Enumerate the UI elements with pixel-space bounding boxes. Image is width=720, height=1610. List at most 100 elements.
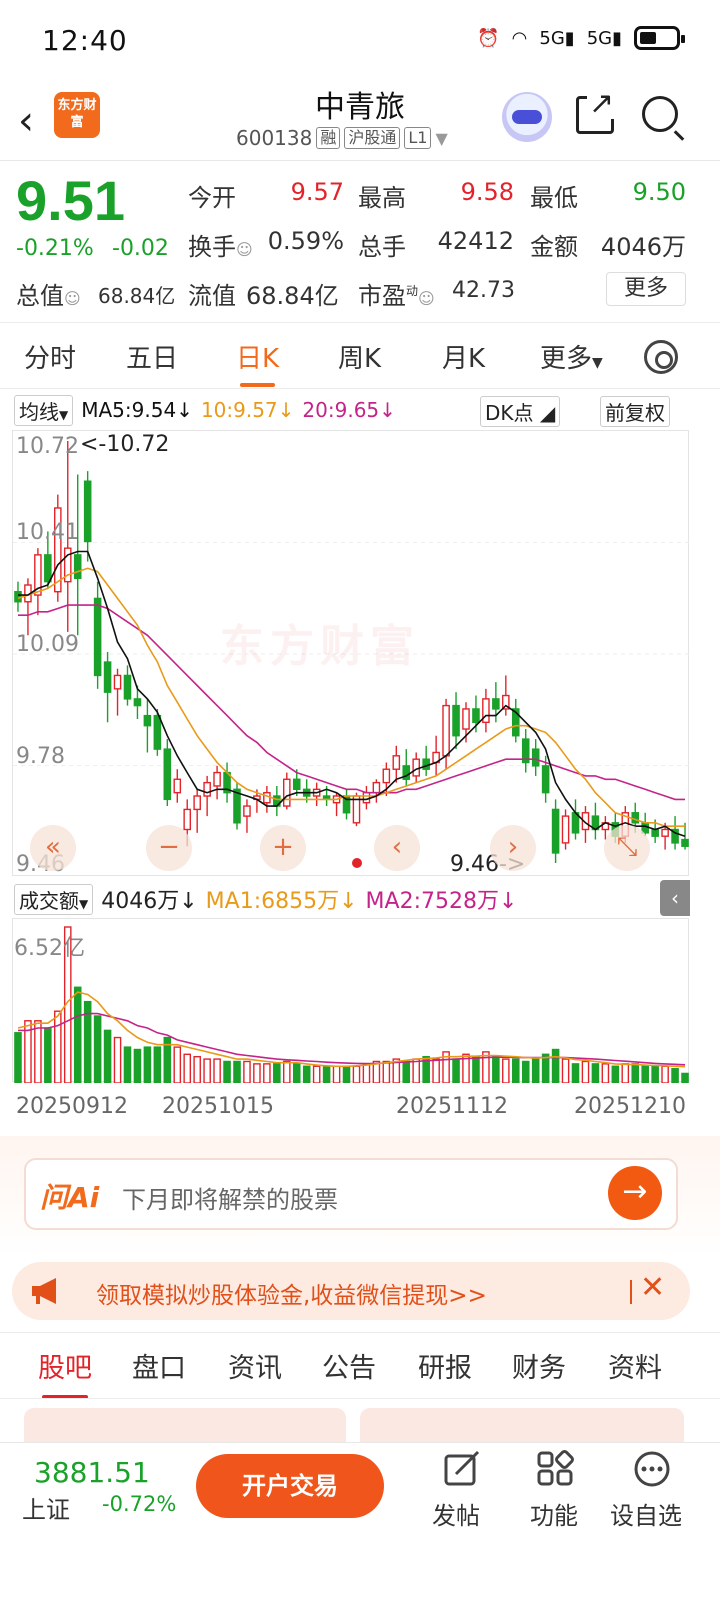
volume-bar bbox=[452, 1058, 460, 1084]
volume-bar bbox=[571, 1063, 580, 1084]
close-icon[interactable]: ✕ bbox=[640, 1270, 665, 1305]
grid-icon[interactable] bbox=[536, 1450, 576, 1488]
pe-value: 42.73 bbox=[452, 278, 515, 303]
volume-value: 4046万↓ bbox=[101, 889, 198, 914]
volume-bar bbox=[223, 1060, 231, 1084]
max-price-note: <-10.72 bbox=[80, 432, 170, 457]
volume-label: 总手 bbox=[358, 233, 406, 261]
tab-daily-k[interactable]: 日K bbox=[236, 338, 279, 387]
candle-body bbox=[651, 828, 659, 837]
volume-bar bbox=[681, 1072, 689, 1084]
tab-financials[interactable]: 财务 bbox=[512, 1346, 566, 1385]
y-axis-2: 10.41 bbox=[16, 520, 79, 545]
wifi-icon: ◠ bbox=[511, 27, 528, 49]
tab-forum[interactable]: 股吧 bbox=[38, 1346, 92, 1399]
volume-bar bbox=[671, 1067, 679, 1084]
more-button[interactable]: 更多 bbox=[606, 272, 686, 306]
assistant-robot-icon[interactable] bbox=[502, 92, 552, 142]
candle-body bbox=[283, 778, 291, 807]
dropdown-icon[interactable]: ▼ bbox=[435, 129, 447, 148]
low-value: 9.50 bbox=[632, 178, 686, 206]
date-label: 20250912 bbox=[16, 1094, 128, 1119]
watchlist-label[interactable]: 设自选 bbox=[610, 1496, 682, 1531]
y-axis-top: 10.72 bbox=[16, 434, 79, 459]
candle-body bbox=[472, 708, 480, 724]
volume-bar bbox=[213, 1058, 221, 1084]
alarm-icon: ⏰ bbox=[477, 27, 500, 49]
fullscreen-button[interactable]: ⤡ bbox=[604, 825, 650, 871]
dk-point-button[interactable]: DK点 ◢ bbox=[480, 396, 561, 427]
volume-bar bbox=[292, 1063, 301, 1084]
volume-bar bbox=[521, 1060, 530, 1084]
volume-bar bbox=[561, 1058, 570, 1084]
volume-chart[interactable] bbox=[12, 918, 689, 1084]
volume-bar bbox=[412, 1058, 420, 1084]
volume-bar bbox=[183, 1053, 192, 1084]
volume-select[interactable]: 成交额▼ bbox=[14, 883, 94, 915]
volume-bar bbox=[432, 1058, 440, 1084]
volume-svg bbox=[14, 926, 689, 1084]
volume-bar bbox=[402, 1060, 411, 1084]
tab-five-day[interactable]: 五日 bbox=[126, 338, 178, 375]
open-account-button[interactable]: 开户交易 bbox=[196, 1454, 384, 1518]
tab-news[interactable]: 资讯 bbox=[228, 1346, 282, 1385]
tab-orderbook[interactable]: 盘口 bbox=[132, 1346, 186, 1385]
adjust-button[interactable]: 前复权 bbox=[600, 396, 670, 427]
zoom-out-button[interactable]: − bbox=[146, 825, 192, 871]
post-label[interactable]: 发帖 bbox=[432, 1496, 480, 1531]
open-label: 今开 bbox=[188, 184, 236, 212]
gear-icon[interactable] bbox=[644, 340, 678, 374]
status-bar: 12:40 ⏰ ◠ 5G▮ 5G▮ bbox=[0, 0, 720, 80]
scroll-left-button[interactable]: ‹ bbox=[374, 825, 420, 871]
ai-submit-button[interactable]: → bbox=[608, 1166, 662, 1220]
ma-select[interactable]: 均线▼ bbox=[14, 394, 74, 426]
zoom-in-button[interactable]: + bbox=[260, 825, 306, 871]
candle-body bbox=[392, 755, 401, 770]
candle-body bbox=[661, 828, 669, 837]
candle-body bbox=[213, 771, 221, 787]
volume-bar bbox=[243, 1060, 251, 1084]
tab-more[interactable]: 更多▼ bbox=[540, 338, 603, 375]
index-change[interactable]: -0.72% bbox=[102, 1492, 176, 1516]
edit-icon[interactable] bbox=[442, 1450, 482, 1488]
amount-label: 金额 bbox=[530, 233, 578, 261]
candle-body bbox=[44, 554, 52, 583]
volume-bar bbox=[502, 1058, 510, 1084]
info-icon[interactable]: ☺ bbox=[418, 289, 435, 308]
tab-research[interactable]: 研报 bbox=[418, 1346, 472, 1385]
ai-search-placeholder[interactable]: 下月即将解禁的股票 bbox=[122, 1180, 338, 1215]
scroll-right-button[interactable]: › bbox=[490, 825, 536, 871]
volume-bar bbox=[352, 1065, 361, 1084]
collapse-panel-button[interactable]: ‹ bbox=[660, 880, 690, 916]
candle-body bbox=[143, 714, 152, 727]
share-icon[interactable] bbox=[576, 89, 617, 134]
info-icon[interactable]: ☺ bbox=[236, 240, 253, 259]
tab-weekly-k[interactable]: 周K bbox=[338, 338, 381, 375]
tab-profile[interactable]: 资料 bbox=[608, 1346, 662, 1385]
functions-label[interactable]: 功能 bbox=[530, 1496, 578, 1531]
volume-bar bbox=[123, 1046, 132, 1084]
search-icon[interactable] bbox=[642, 96, 678, 132]
promo-text[interactable]: 领取模拟炒股体验金,收益微信提现>> bbox=[96, 1276, 487, 1310]
tab-announcements[interactable]: 公告 bbox=[322, 1346, 376, 1385]
volume-bar bbox=[511, 1058, 520, 1084]
tab-intraday[interactable]: 分时 bbox=[24, 338, 76, 375]
y-axis-4: 9.78 bbox=[16, 744, 65, 769]
info-icon[interactable]: ☺ bbox=[64, 289, 81, 308]
volume-bar bbox=[322, 1065, 331, 1084]
scroll-start-button[interactable]: « bbox=[30, 825, 76, 871]
volume-bar bbox=[581, 1060, 590, 1084]
index-name[interactable]: 上证 bbox=[22, 1490, 70, 1525]
volume-bar bbox=[611, 1065, 620, 1084]
volume-bar bbox=[253, 1063, 261, 1084]
more-dots-icon[interactable] bbox=[632, 1450, 672, 1488]
high-label: 最高 bbox=[358, 184, 406, 212]
tag-connect: 沪股通 bbox=[344, 127, 401, 149]
tab-monthly-k[interactable]: 月K bbox=[442, 338, 485, 375]
index-value[interactable]: 3881.51 bbox=[34, 1456, 150, 1489]
amount-value: 4046万 bbox=[600, 233, 686, 261]
candle-body bbox=[631, 812, 640, 824]
date-label: 20251112 bbox=[396, 1094, 508, 1119]
high-value: 9.58 bbox=[460, 178, 514, 206]
open-value: 9.57 bbox=[290, 178, 344, 206]
